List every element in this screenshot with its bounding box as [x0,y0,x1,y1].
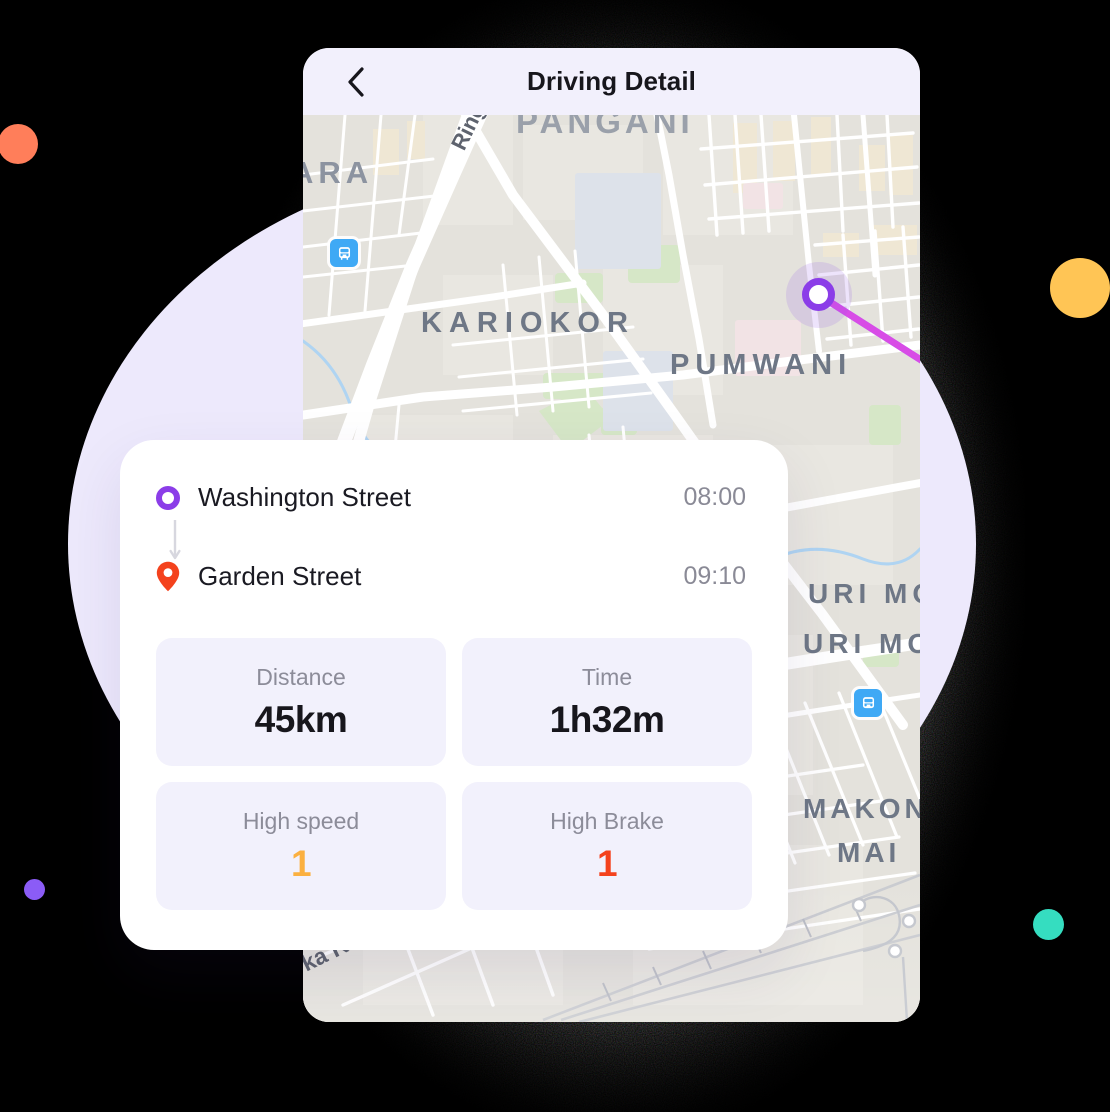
stat-tile-distance[interactable]: Distance 45km [156,638,446,766]
map-label-muri-moyo-2: URI MO [803,628,920,659]
map-pin-icon [156,561,182,592]
stat-value-time: 1h32m [549,698,665,740]
map-label-muri-moyo-1: URI MOY [808,578,920,609]
trip-stop-destination[interactable]: Garden Street 09:10 [156,561,746,592]
map-label-pangani: PANGANI [516,115,694,140]
page-title: Driving Detail [527,66,696,96]
decorative-dot-orange [0,124,38,164]
circle-ring-icon [156,483,182,513]
stat-value-distance: 45km [254,698,348,740]
stat-tile-time[interactable]: Time 1h32m [462,638,752,766]
page-background: Driving Detail PANGANI RA KARIOKOR PUMWA… [0,0,1110,1112]
stat-value-high-speed: 1 [290,842,312,884]
map-label-ara: ARA [303,155,374,190]
stat-label-distance: Distance [256,663,346,690]
route-start-marker[interactable] [802,278,835,311]
trip-stop-destination-time: 09:10 [683,562,746,590]
trip-stats-grid: Distance 45km Time 1h32m High speed 1 Hi… [156,638,752,910]
decorative-dot-yellow [1050,258,1110,318]
bus-stop-icon[interactable] [854,689,882,717]
stat-tile-high-brake[interactable]: High Brake 1 [462,782,752,910]
trip-stop-destination-name: Garden Street [198,561,362,591]
arrow-down-icon [168,520,181,562]
stat-label-high-speed: High speed [242,807,360,834]
trip-stop-origin-time: 08:00 [683,483,746,511]
back-button[interactable] [339,65,373,99]
map-label-kariokor: KARIOKOR [421,307,635,339]
trip-detail-card: Washington Street 08:00 Garden Street 09… [120,440,788,950]
map-label-mai: MAI [837,837,901,868]
map-label-makongeni: MAKON [803,793,920,824]
bus-glyph-icon [338,246,350,260]
decorative-dot-teal [1033,909,1064,940]
chevron-left-icon [348,66,364,97]
bus-glyph-icon [862,696,874,708]
stat-tile-high-speed[interactable]: High speed 1 [156,782,446,910]
app-header: Driving Detail [303,48,920,115]
decorative-dot-purple [24,879,45,900]
stat-label-time: Time [581,663,633,690]
trip-stop-origin-name: Washington Street [198,482,411,512]
stat-label-high-brake: High Brake [550,807,664,834]
map-label-pumwani: PUMWANI [670,349,853,381]
bus-stop-icon[interactable] [330,239,358,267]
stat-value-high-brake: 1 [596,842,618,884]
trip-stop-origin[interactable]: Washington Street 08:00 [156,482,746,513]
